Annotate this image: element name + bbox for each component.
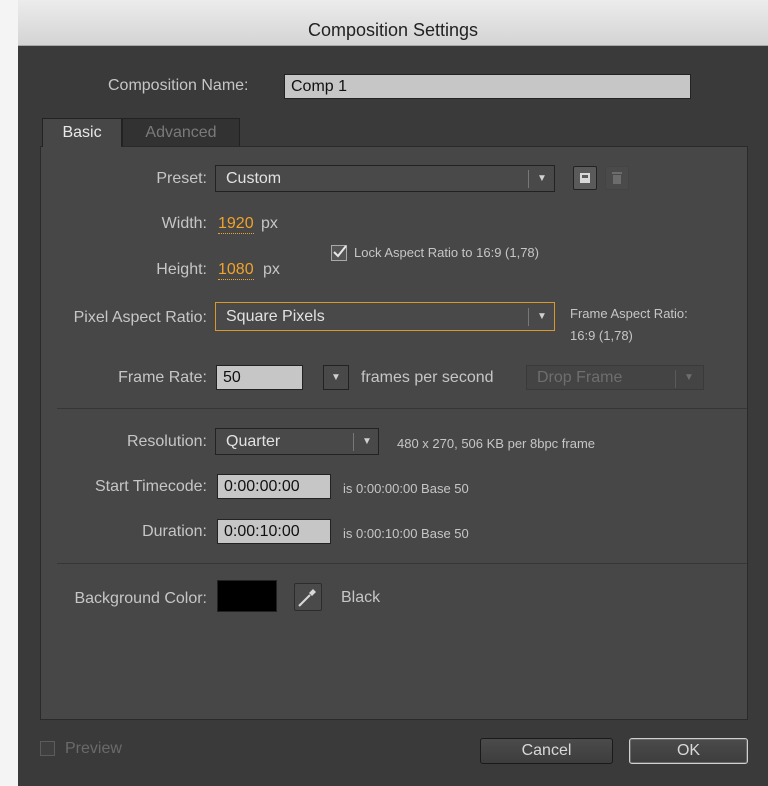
save-preset-icon — [580, 173, 590, 183]
chevron-down-icon: ▼ — [684, 372, 694, 383]
trash-icon — [612, 172, 622, 184]
width-label: Width: — [161, 215, 207, 232]
preview-checkbox[interactable] — [40, 741, 55, 756]
resolution-dropdown[interactable]: Quarter ▼ — [215, 428, 379, 455]
drop-frame-dropdown: Drop Frame ▼ — [526, 365, 704, 390]
preset-dropdown[interactable]: Custom ▼ — [215, 165, 555, 192]
background-color-name: Black — [341, 589, 381, 606]
save-preset-button[interactable] — [573, 166, 597, 190]
background-color-label: Background Color: — [74, 590, 207, 607]
height-label: Height: — [156, 261, 207, 278]
tab-advanced[interactable]: Advanced — [122, 118, 240, 146]
preset-value: Custom — [226, 170, 282, 187]
start-timecode-input[interactable]: 0:00:00:00 — [217, 474, 331, 499]
drop-frame-value: Drop Frame — [537, 369, 623, 386]
duration-info: is 0:00:10:00 Base 50 — [343, 526, 469, 541]
divider — [57, 563, 747, 564]
start-timecode-label: Start Timecode: — [94, 478, 207, 495]
frame-rate-input[interactable]: 50 — [216, 365, 303, 390]
pixel-aspect-value: Square Pixels — [226, 308, 325, 325]
frame-rate-dropdown[interactable]: ▼ — [323, 365, 349, 390]
background-color-swatch[interactable] — [217, 580, 277, 612]
composition-settings-dialog: Composition Settings Composition Name: C… — [18, 0, 768, 786]
lock-aspect-label: Lock Aspect Ratio to 16:9 (1,78) — [354, 245, 539, 260]
start-timecode-info: is 0:00:00:00 Base 50 — [343, 481, 469, 496]
cancel-button[interactable]: Cancel — [480, 738, 613, 764]
duration-input[interactable]: 0:00:10:00 — [217, 519, 331, 544]
lock-aspect-checkbox[interactable] — [331, 245, 347, 261]
delete-preset-button[interactable] — [605, 166, 629, 190]
chevron-down-icon: ▼ — [537, 173, 547, 184]
width-unit: px — [261, 215, 278, 232]
pixel-aspect-dropdown[interactable]: Square Pixels ▼ — [215, 302, 555, 331]
tab-basic[interactable]: Basic — [42, 118, 122, 147]
eyedropper-icon — [298, 589, 316, 607]
chevron-down-icon: ▼ — [537, 311, 547, 322]
duration-label: Duration: — [142, 523, 207, 540]
pixel-aspect-label: Pixel Aspect Ratio: — [73, 309, 207, 326]
height-value[interactable]: 1080 — [218, 261, 254, 280]
chevron-down-icon: ▼ — [331, 372, 341, 383]
frame-aspect-value: 16:9 (1,78) — [570, 328, 633, 343]
width-value[interactable]: 1920 — [218, 215, 254, 234]
composition-name-label: Composition Name: — [108, 77, 249, 94]
resolution-info: 480 x 270, 506 KB per 8bpc frame — [397, 436, 596, 451]
checkmark-icon — [333, 245, 347, 258]
chevron-down-icon: ▼ — [362, 436, 372, 447]
basic-tab-panel: Preset: Custom ▼ Width: 1920 px Height: … — [40, 146, 748, 720]
ok-button[interactable]: OK — [629, 738, 748, 764]
divider — [57, 408, 747, 409]
frame-rate-label: Frame Rate: — [118, 369, 207, 386]
resolution-label: Resolution: — [126, 433, 207, 450]
resolution-value: Quarter — [226, 433, 281, 450]
frame-aspect-label: Frame Aspect Ratio: — [570, 306, 688, 321]
title-bar: Composition Settings — [18, 0, 768, 46]
eyedropper-button[interactable] — [294, 583, 322, 611]
preview-label: Preview — [65, 740, 122, 757]
dialog-title: Composition Settings — [307, 20, 479, 40]
preset-label: Preset: — [156, 170, 207, 187]
composition-name-input[interactable]: Comp 1 — [284, 74, 691, 99]
frame-rate-suffix: frames per second — [361, 369, 494, 386]
height-unit: px — [263, 261, 280, 278]
